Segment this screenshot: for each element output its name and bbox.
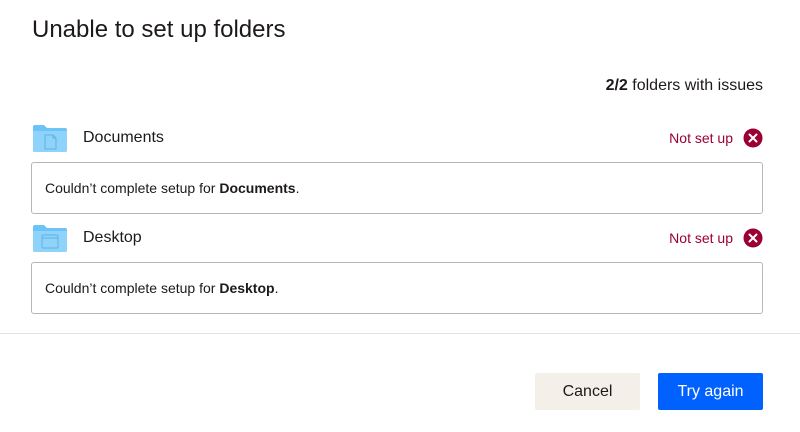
- status-text: Not set up: [669, 230, 733, 246]
- folder-row-documents: Documents Not set up: [32, 122, 763, 154]
- error-message: Couldn’t complete setup for Documents.: [45, 179, 299, 197]
- cancel-button[interactable]: Cancel: [535, 373, 640, 410]
- issues-summary: 2/2 folders with issues: [606, 76, 763, 96]
- documents-folder-icon: [32, 123, 68, 153]
- folder-name: Desktop: [83, 229, 142, 246]
- error-message-text: Couldn’t complete setup for: [45, 280, 220, 296]
- footer-divider: [0, 333, 800, 334]
- try-again-button[interactable]: Try again: [658, 373, 763, 410]
- setup-error-dialog: Unable to set up folders 2/2 folders wit…: [0, 0, 800, 432]
- error-message: Couldn’t complete setup for Desktop.: [45, 279, 278, 297]
- error-icon: [743, 128, 763, 148]
- issues-summary-text: folders with issues: [627, 77, 763, 94]
- error-message-box: Couldn’t complete setup for Documents.: [31, 162, 763, 214]
- error-icon: [743, 228, 763, 248]
- error-message-end: .: [295, 180, 300, 196]
- issues-count: 2/2: [605, 77, 628, 94]
- status-badge: Not set up: [669, 128, 763, 148]
- dialog-title: Unable to set up folders: [32, 16, 286, 43]
- status-text: Not set up: [669, 130, 733, 146]
- error-message-box: Couldn’t complete setup for Desktop.: [31, 262, 763, 314]
- folder-name: Documents: [83, 129, 164, 146]
- status-badge: Not set up: [669, 228, 763, 248]
- desktop-folder-icon: [32, 223, 68, 253]
- error-message-folder: Desktop: [219, 280, 275, 296]
- error-message-text: Couldn’t complete setup for: [45, 180, 220, 196]
- error-message-end: .: [274, 280, 279, 296]
- error-message-folder: Documents: [219, 180, 296, 196]
- folder-row-desktop: Desktop Not set up: [32, 222, 763, 254]
